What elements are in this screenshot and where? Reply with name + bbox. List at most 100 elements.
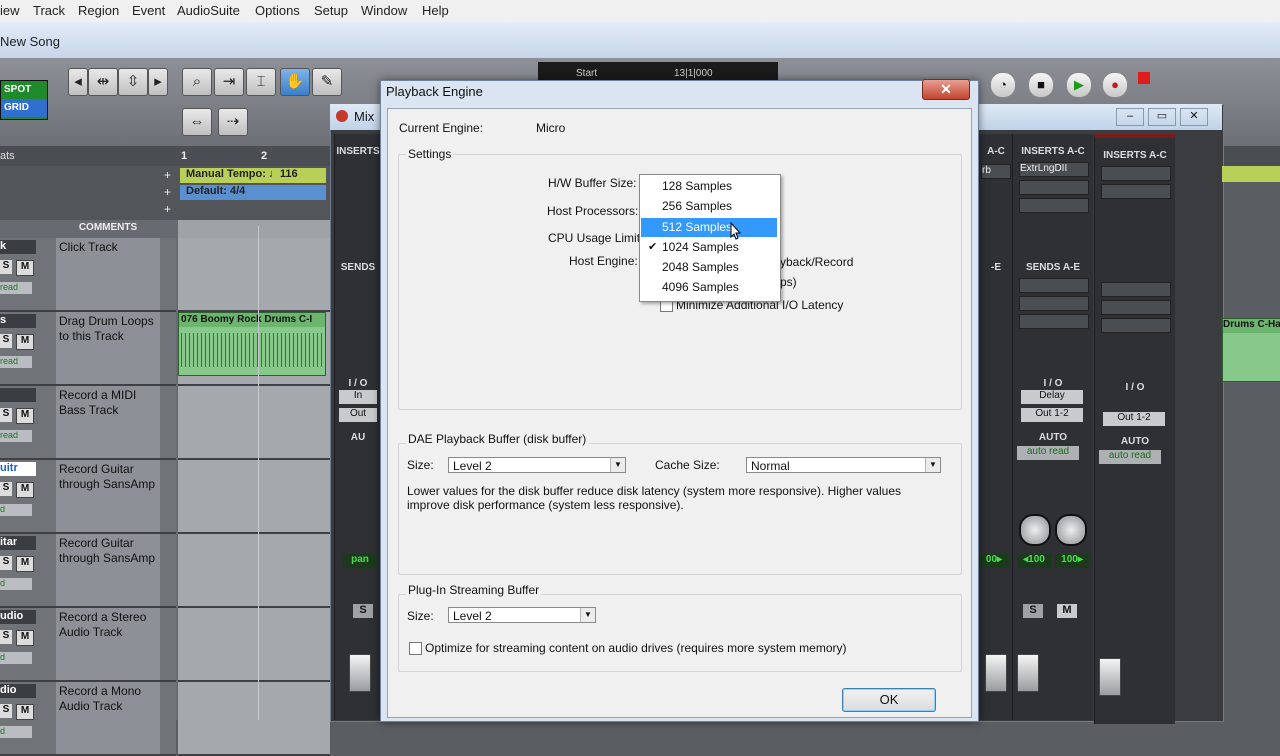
track-row[interactable]: SM read Record a MIDI Bass Track (0, 386, 176, 460)
shuffle-icon[interactable]: ⇔ (182, 108, 212, 136)
mute-button[interactable]: M (16, 408, 34, 424)
audio-region[interactable]: 076 Boomy Rock Drums C-I (178, 312, 326, 376)
selector-tool-icon[interactable]: ⌶ (246, 68, 276, 96)
buffer-option-highlighted[interactable]: 512 Samples (641, 218, 777, 237)
automation-mode[interactable]: read (0, 430, 32, 442)
mute-button[interactable]: M (16, 556, 34, 572)
send-slot[interactable] (1101, 318, 1171, 333)
track-comment[interactable]: Record a Mono Audio Track (56, 682, 160, 754)
solo-button[interactable]: S (0, 630, 12, 644)
track-lane[interactable] (178, 534, 330, 608)
play-icon[interactable]: ▶ (1066, 72, 1092, 98)
track-name[interactable] (0, 388, 36, 402)
buffer-option[interactable]: 4096 Samples (641, 278, 777, 297)
ok-button[interactable]: OK (842, 688, 936, 712)
automation-mode[interactable]: read (0, 282, 32, 294)
nudge-left-icon[interactable]: ◂ (68, 68, 88, 96)
menu-track[interactable]: Track (33, 3, 65, 18)
track-lane[interactable] (178, 460, 330, 534)
volume-fader[interactable] (1099, 658, 1121, 696)
automation-mode[interactable]: d (0, 652, 32, 664)
track-lane[interactable]: 076 Boomy Rock Drums C-I (178, 312, 330, 386)
track-comment[interactable]: Record Guitar through SansAmp (56, 460, 160, 532)
pan-value-left[interactable]: ◂100 (1017, 554, 1051, 568)
pan-value[interactable]: 00▸ (979, 554, 1009, 568)
menu-setup[interactable]: Setup (314, 3, 348, 18)
track-row[interactable]: dio SM d Record a Mono Audio Track (0, 682, 176, 756)
insert-slot[interactable]: ExtrLngDII (1019, 162, 1089, 177)
menu-options[interactable]: Options (255, 3, 300, 18)
nudge-right-icon[interactable]: ▸ (148, 68, 168, 96)
input-selector[interactable]: In (339, 390, 377, 404)
meter-marker[interactable]: Default: 4/4 (180, 185, 326, 200)
mute-button[interactable]: M (16, 482, 34, 498)
track-lane[interactable] (178, 682, 330, 756)
send-slot[interactable] (1101, 300, 1171, 315)
link-icon[interactable]: ⇢ (218, 108, 248, 136)
automation-mode[interactable]: d (0, 578, 32, 590)
track-comment[interactable]: Drag Drum Loops to this Track (56, 312, 160, 384)
track-name[interactable]: itar (0, 536, 36, 550)
buffer-option[interactable]: 2048 Samples (641, 258, 777, 277)
track-name[interactable]: uitr (0, 462, 36, 476)
spot-mode[interactable]: SPOT (1, 81, 47, 99)
automation-mode[interactable]: d (0, 726, 32, 738)
add-meter-icon[interactable]: + (164, 185, 171, 199)
edit-mode-selector[interactable]: SPOT GRID (0, 80, 48, 120)
zoom-tool-icon[interactable]: ⌕ (182, 68, 212, 96)
automation-mode[interactable]: read (0, 356, 32, 368)
pan-knob-right[interactable] (1055, 514, 1087, 546)
volume-fader[interactable] (349, 654, 371, 692)
solo-button[interactable]: S (0, 482, 12, 496)
add-marker-icon[interactable]: + (164, 202, 171, 216)
add-tempo-icon[interactable]: + (164, 168, 171, 182)
track-name[interactable]: dio (0, 684, 36, 698)
track-lane[interactable] (178, 386, 330, 460)
track-row[interactable]: k SM read Click Track (0, 238, 176, 312)
edit-canvas[interactable]: 076 Boomy Rock Drums C-I (178, 220, 330, 756)
cache-size-select[interactable]: Normal ▼ (746, 457, 941, 473)
menu-window[interactable]: Window (361, 3, 407, 18)
optimize-streaming-checkbox[interactable] (409, 642, 422, 655)
track-comment[interactable]: Record a MIDI Bass Track (56, 386, 160, 458)
online-icon[interactable]: ◔ (990, 72, 1016, 98)
plugin-size-select[interactable]: Level 2 ▼ (448, 607, 596, 623)
mute-button[interactable]: M (16, 260, 34, 276)
menu-region[interactable]: Region (78, 3, 119, 18)
automation-mode[interactable]: auto read (1099, 450, 1161, 464)
trim-tool-icon[interactable]: ⇥ (214, 68, 244, 96)
mute-button[interactable]: M (16, 334, 34, 350)
midi-zoom-icon[interactable]: ⇳ (118, 68, 148, 96)
send-slot[interactable] (1101, 282, 1171, 297)
solo-button[interactable]: S (0, 408, 12, 422)
track-row[interactable]: udio SM d Record a Stereo Audio Track (0, 608, 176, 682)
solo-button[interactable]: S (1023, 604, 1043, 618)
track-row[interactable]: itar SM d Record Guitar through SansAmp (0, 534, 176, 608)
track-lane[interactable] (178, 608, 330, 682)
output-selector[interactable]: Out (339, 408, 377, 422)
solo-button[interactable]: S (0, 704, 12, 718)
send-slot[interactable] (1019, 314, 1089, 329)
insert-slot[interactable] (1101, 166, 1171, 181)
automation-mode[interactable]: d (0, 504, 32, 516)
track-comment[interactable]: Record a Stereo Audio Track (56, 608, 160, 680)
output-selector[interactable]: Out 1-2 (1021, 408, 1083, 422)
grid-mode[interactable]: GRID (1, 99, 47, 117)
record-icon[interactable]: ● (1102, 72, 1128, 98)
tempo-marker[interactable]: Manual Tempo: ♩116 (180, 168, 326, 183)
menu-help[interactable]: Help (422, 3, 449, 18)
track-comment[interactable]: Click Track (56, 238, 160, 310)
input-selector[interactable]: Delay (1021, 390, 1083, 404)
buffer-option[interactable]: 128 Samples (641, 177, 777, 196)
track-comment[interactable]: Record Guitar through SansAmp (56, 534, 160, 606)
pan-knob-left[interactable] (1019, 514, 1051, 546)
audio-region[interactable]: Drums C-Ha (1222, 318, 1280, 382)
insert-slot[interactable] (1019, 180, 1089, 195)
dae-size-select[interactable]: Level 2 ▼ (448, 457, 626, 473)
minimize-icon[interactable]: – (1116, 108, 1144, 126)
track-row[interactable]: uitr SM d Record Guitar through SansAmp (0, 460, 176, 534)
solo-button[interactable]: S (0, 260, 12, 274)
menu-audiosuite[interactable]: AudioSuite (177, 3, 240, 18)
solo-button[interactable]: S (353, 604, 373, 618)
track-name[interactable]: udio (0, 610, 36, 624)
